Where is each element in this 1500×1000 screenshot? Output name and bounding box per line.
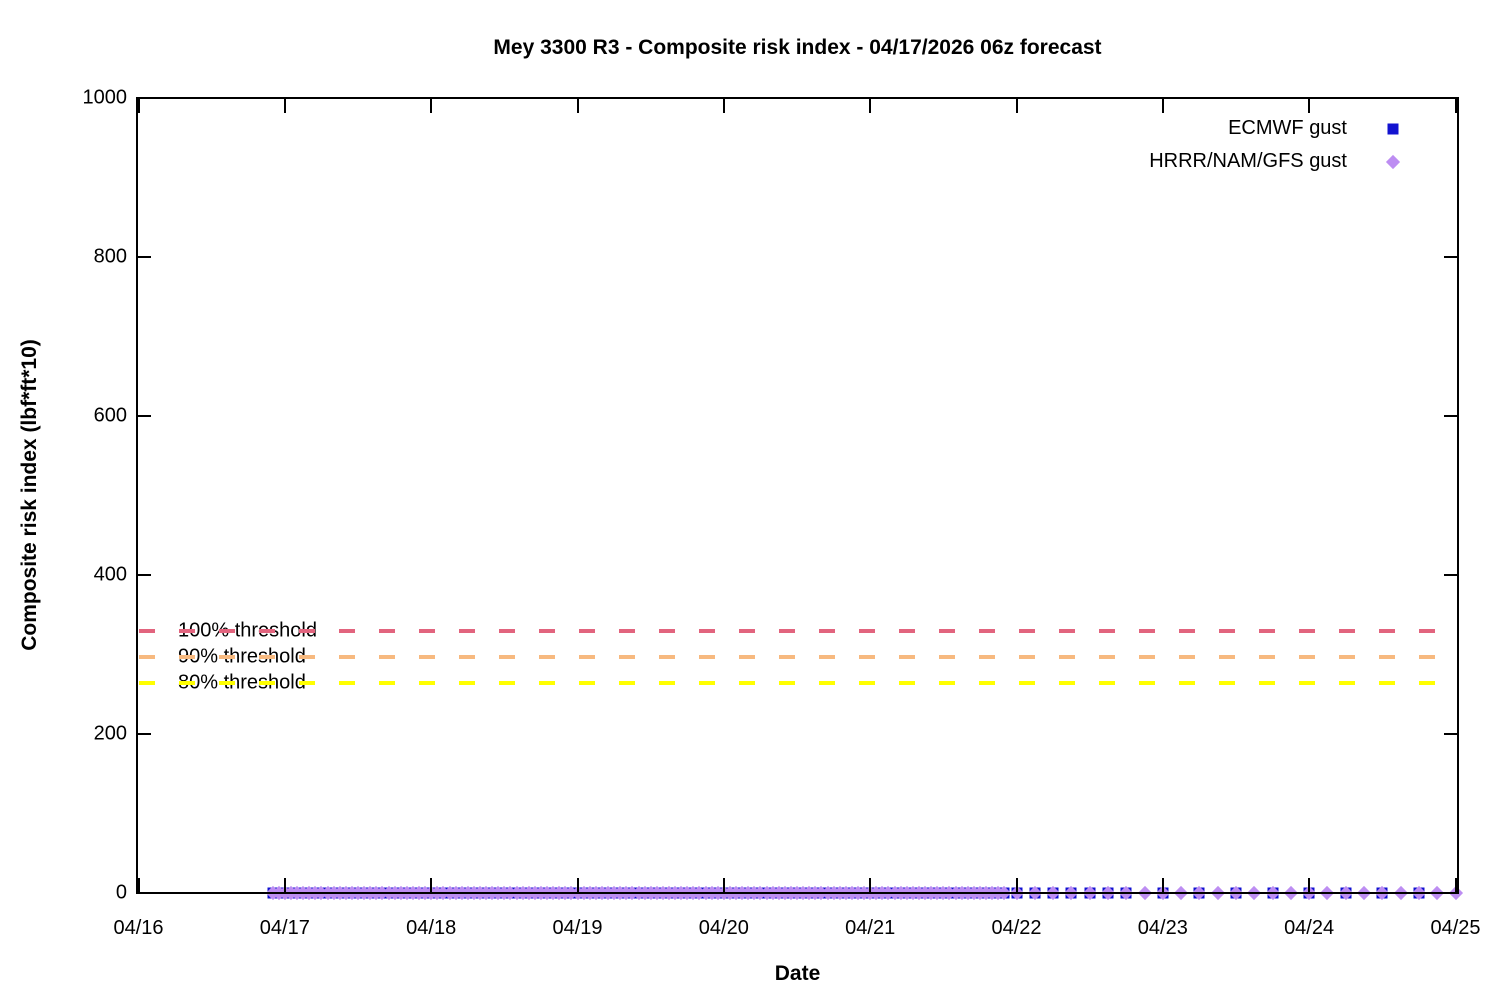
hrrr-nam-gfs-data-marker [1210, 885, 1225, 901]
y-tick-mirror [1444, 97, 1457, 99]
x-tick-mirror [137, 99, 140, 113]
chart-title: Mey 3300 R3 - Composite risk index - 04/… [493, 36, 1102, 59]
x-tick [1161, 878, 1164, 892]
chart-page: { "title": "Mey 3300 R3 - Composite risk… [0, 0, 1500, 1000]
threshold-line [139, 681, 1446, 686]
x-tick [1308, 878, 1311, 892]
x-tick-mirror [283, 99, 286, 113]
x-tick-label: 04/23 [1137, 917, 1188, 939]
legend-label-ecmwf: ECMWF gust [1228, 117, 1347, 139]
y-tick [138, 892, 151, 894]
x-tick [869, 878, 872, 892]
x-tick-label: 04/25 [1430, 917, 1481, 939]
threshold-line [139, 654, 1446, 659]
x-tick-label: 04/16 [113, 917, 164, 939]
x-tick-label: 04/20 [698, 917, 749, 939]
x-tick-mirror [722, 99, 725, 113]
x-tick-label: 04/21 [845, 917, 896, 939]
hrrr-nam-gfs-data-marker [1430, 885, 1445, 901]
hrrr-nam-gfs-data-marker [1393, 885, 1408, 901]
y-tick-label: 200 [93, 722, 127, 745]
y-tick-label: 400 [93, 563, 127, 586]
x-tick [722, 878, 725, 892]
x-tick-mirror [576, 99, 579, 113]
y-tick [138, 574, 151, 576]
legend-row-hrrr-nam-gfs: HRRR/NAM/GFS gust [960, 145, 1401, 178]
x-tick [1454, 878, 1457, 892]
x-tick-label: 04/18 [406, 917, 457, 939]
ecmwf-square-icon [1386, 122, 1400, 136]
threshold-line [139, 628, 1446, 633]
x-tick [283, 878, 286, 892]
x-tick [430, 878, 433, 892]
x-tick [137, 878, 140, 892]
y-tick-mirror [1444, 256, 1457, 258]
y-tick-mirror [1444, 415, 1457, 417]
y-tick-label: 1000 [82, 86, 128, 109]
y-tick-mirror [1444, 733, 1457, 735]
y-tick [138, 415, 151, 417]
y-tick-mirror [1444, 574, 1457, 576]
y-tick [138, 97, 151, 99]
x-tick-label: 04/22 [991, 917, 1042, 939]
x-tick-mirror [1454, 99, 1457, 113]
x-tick-label: 04/17 [259, 917, 310, 939]
x-tick [576, 878, 579, 892]
legend-label-hrrr-nam-gfs: HRRR/NAM/GFS gust [1149, 150, 1347, 172]
x-tick-mirror [1015, 99, 1018, 113]
plot-border-left [136, 97, 138, 894]
y-tick [138, 256, 151, 258]
plot-area: 04/16 04/17 04/18 04/19 04/20 04/21 04/22 04/23… [83, 87, 1481, 940]
legend: ECMWF gust HRRR/NAM/GFS gust [960, 112, 1401, 178]
y-tick-label: 600 [93, 404, 127, 427]
x-tick-mirror [430, 99, 433, 113]
x-tick-mirror [1161, 99, 1164, 113]
hrrr-nam-gfs-data-marker [1174, 885, 1189, 901]
y-tick-label: 800 [93, 245, 127, 268]
x-tick [1015, 878, 1018, 892]
x-axis-label: Date [774, 962, 821, 985]
x-tick-mirror [869, 99, 872, 113]
y-tick-mirror [1444, 892, 1457, 894]
y-axis-label: Composite risk index (lbf*ft*10) [18, 339, 41, 651]
y-tick-label: 0 [115, 881, 127, 904]
hrrr-nam-gfs-data-marker [1356, 885, 1372, 901]
hrrr-nam-gfs-data-marker [1137, 885, 1152, 901]
x-tick-label: 04/24 [1284, 917, 1335, 939]
hrrr-nam-gfs-data-marker [1320, 885, 1335, 901]
hrrr-nam-gfs-data-marker [1247, 885, 1262, 901]
y-tick [138, 733, 151, 735]
plot-border-right [1457, 97, 1459, 894]
x-tick-mirror [1308, 99, 1311, 113]
plot-border-top [136, 97, 1459, 99]
x-tick-label: 04/19 [552, 917, 603, 939]
hrrr-nam-gfs-diamond-icon [1385, 154, 1401, 169]
legend-row-ecmwf: ECMWF gust [960, 112, 1400, 145]
hrrr-nam-gfs-data-marker [1283, 885, 1298, 901]
